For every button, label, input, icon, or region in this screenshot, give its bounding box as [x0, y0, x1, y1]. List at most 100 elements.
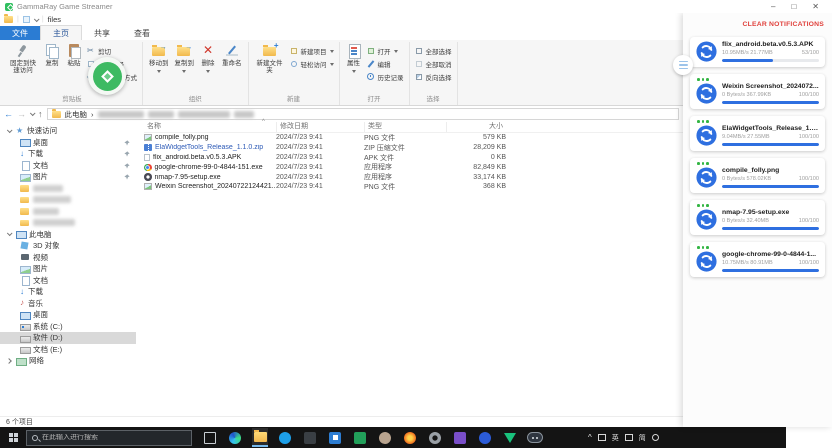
- rename-button[interactable]: 重命名: [219, 42, 245, 67]
- hidden-icons-button[interactable]: ^: [588, 433, 592, 442]
- app-pill-button[interactable]: [527, 428, 543, 447]
- copy-to-button[interactable]: → 复制到: [172, 42, 198, 73]
- app-indigo-button[interactable]: [477, 428, 493, 447]
- gammaray-overlay-ball[interactable]: [88, 57, 126, 95]
- pin-to-quick-access-button[interactable]: 固定到快速访问: [5, 42, 41, 74]
- transfer-card[interactable]: nmap-7.95-setup.exe 0 Bytes/s 32.40MB 10…: [690, 200, 825, 235]
- app-dark-button[interactable]: [302, 428, 318, 447]
- close-button[interactable]: ✕: [812, 2, 819, 11]
- settings-button[interactable]: [427, 428, 443, 447]
- breadcrumb-root[interactable]: 此电脑: [65, 109, 88, 120]
- transfer-card[interactable]: google-chrome-99-0-4844-1... 10.75MB/s 8…: [690, 242, 825, 277]
- column-header-name[interactable]: 名称: [144, 122, 276, 132]
- chevron-right-icon[interactable]: [6, 358, 12, 364]
- sidebar-item-pictures[interactable]: 图片: [0, 263, 136, 275]
- table-row[interactable]: google-chrome-99-0-4844-151.exe 2024/7/2…: [144, 162, 683, 172]
- sidebar-item-pictures-pinned[interactable]: 图片: [0, 171, 136, 183]
- history-button[interactable]: 历史记录: [367, 71, 404, 82]
- column-header-type[interactable]: 类型: [364, 122, 446, 132]
- sidebar-item-drive-c[interactable]: 系统 (C:): [0, 321, 136, 333]
- breadcrumb[interactable]: 此电脑 ›: [47, 108, 680, 120]
- forward-button[interactable]: →: [17, 109, 26, 119]
- minimize-button[interactable]: –: [771, 2, 775, 11]
- app-blue-button[interactable]: [277, 428, 293, 447]
- file-explorer-button[interactable]: [252, 428, 268, 447]
- app-orange-button[interactable]: [402, 428, 418, 447]
- panel-collapse-handle[interactable]: [673, 55, 693, 75]
- app-gray-button[interactable]: [377, 428, 393, 447]
- sidebar-item-documents[interactable]: 文档: [0, 275, 136, 287]
- delete-button[interactable]: ✕ 删除: [197, 42, 219, 73]
- transfer-card[interactable]: Weixin Screenshot_2024072... 0 Bytes/s 3…: [690, 74, 825, 109]
- new-item-button[interactable]: 新建项目: [290, 45, 334, 56]
- edit-button[interactable]: 编辑: [367, 58, 404, 69]
- edge-button[interactable]: [227, 428, 243, 447]
- open-button[interactable]: 打开: [367, 45, 404, 56]
- table-row[interactable]: flix_android.beta.v0.5.3.APK 2024/7/23 9…: [144, 153, 683, 163]
- tab-file[interactable]: 文件: [0, 26, 40, 40]
- tab-share[interactable]: 共享: [82, 26, 122, 40]
- table-row[interactable]: nmap-7.95-setup.exe 2024/7/23 9:41 应用程序 …: [144, 172, 683, 182]
- sidebar-item-downloads[interactable]: ↓下载: [0, 286, 136, 298]
- breadcrumb-redacted-segment[interactable]: [98, 111, 144, 118]
- sidebar-item-desktop-pinned[interactable]: 桌面: [0, 137, 136, 149]
- properties-button[interactable]: 属性: [343, 42, 365, 73]
- table-row[interactable]: ElaWidgetTools_Release_1.1.0.zip 2024/7/…: [144, 143, 683, 153]
- breadcrumb-redacted-segment[interactable]: [148, 111, 174, 118]
- copy-button[interactable]: 复制: [41, 42, 63, 67]
- invert-selection-button[interactable]: 反向选择: [415, 71, 452, 82]
- app-purple-button[interactable]: [452, 428, 468, 447]
- tab-home[interactable]: 主页: [40, 25, 82, 40]
- tab-view[interactable]: 查看: [122, 26, 162, 40]
- paste-button[interactable]: 粘贴: [63, 42, 85, 67]
- chevron-down-icon[interactable]: [7, 127, 13, 133]
- sidebar-section-quick-access[interactable]: ★ 快速访问: [0, 125, 136, 137]
- sidebar-section-network[interactable]: 网络: [0, 355, 136, 367]
- transfer-card[interactable]: compile_folly.png 0 Bytes/s 578.02KB 100…: [690, 158, 825, 193]
- new-folder-button[interactable]: + 新建文件夹: [252, 42, 288, 74]
- select-none-button[interactable]: 全部取消: [415, 58, 452, 69]
- qat-properties-icon[interactable]: [23, 16, 30, 23]
- start-button[interactable]: [0, 427, 26, 448]
- task-view-button[interactable]: [202, 428, 218, 447]
- sidebar-item-redacted-folder[interactable]: [0, 217, 136, 229]
- history-dropdown-icon[interactable]: [30, 110, 36, 116]
- sidebar-item-drive-e[interactable]: 文档 (E:): [0, 344, 136, 356]
- sidebar-item-videos[interactable]: 视频: [0, 252, 136, 264]
- taskbar-search[interactable]: [26, 430, 192, 446]
- table-row[interactable]: Weixin Screenshot_20240722124421... 2024…: [144, 182, 683, 192]
- select-all-button[interactable]: 全部选择: [415, 45, 452, 56]
- sidebar-item-redacted-folder[interactable]: [0, 206, 136, 218]
- back-button[interactable]: ←: [4, 109, 13, 119]
- sidebar-item-redacted-folder[interactable]: [0, 194, 136, 206]
- sidebar-item-music[interactable]: ♪音乐: [0, 298, 136, 310]
- cut-button[interactable]: ✂剪切: [87, 45, 137, 56]
- tray-circle-icon[interactable]: [652, 434, 659, 441]
- app-v-button[interactable]: [502, 428, 518, 447]
- column-header-size[interactable]: 大小: [446, 122, 506, 132]
- sidebar-item-desktop[interactable]: 桌面: [0, 309, 136, 321]
- chevron-down-icon[interactable]: [7, 231, 13, 237]
- ime-chinese-indicator[interactable]: 简: [639, 433, 646, 443]
- sidebar-item-3d-objects[interactable]: 3D 对象: [0, 240, 136, 252]
- column-header-date[interactable]: 修改日期: [276, 122, 364, 132]
- sidebar-item-documents-pinned[interactable]: 文档: [0, 160, 136, 172]
- tray-volume-icon[interactable]: [625, 434, 633, 441]
- table-row[interactable]: compile_folly.png 2024/7/23 9:41 PNG 文件 …: [144, 133, 683, 143]
- breadcrumb-redacted-segment[interactable]: [234, 111, 254, 118]
- move-to-button[interactable]: → 移动到: [146, 42, 172, 73]
- sidebar-section-this-pc[interactable]: 此电脑: [0, 229, 136, 241]
- maximize-button[interactable]: □: [791, 2, 796, 11]
- clear-notifications-button[interactable]: CLEAR NOTIFICATIONS: [743, 21, 824, 28]
- ime-english-indicator[interactable]: 英: [612, 433, 619, 443]
- up-button[interactable]: ↑: [38, 109, 43, 119]
- transfer-card[interactable]: ElaWidgetTools_Release_1.1... 9.04MB/s 2…: [690, 116, 825, 151]
- transfer-card[interactable]: flix_android.beta.v0.5.3.APK 10.95MB/s 2…: [690, 37, 825, 67]
- tray-app-icon[interactable]: [598, 434, 606, 441]
- sidebar-item-downloads-pinned[interactable]: ↓ 下载: [0, 148, 136, 160]
- qat-dropdown-icon[interactable]: [34, 16, 40, 22]
- sidebar-item-redacted-folder[interactable]: [0, 183, 136, 195]
- sidebar-item-drive-d-selected[interactable]: 软件 (D:): [0, 332, 136, 344]
- app-green-button[interactable]: [352, 428, 368, 447]
- app-store-button[interactable]: [327, 428, 343, 447]
